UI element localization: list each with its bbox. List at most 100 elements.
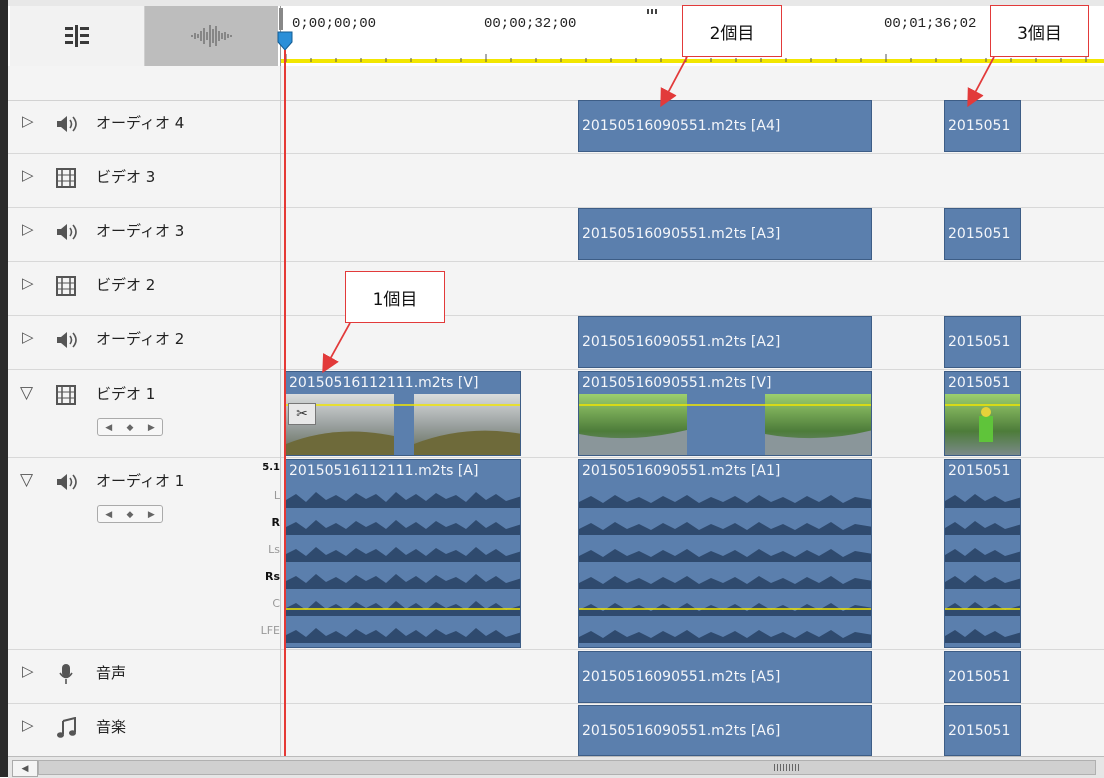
- expand-triangle-icon[interactable]: ▷: [22, 220, 34, 238]
- track-row-video1: [8, 370, 1104, 458]
- clip-audio1-1[interactable]: 20150516112111.m2ts [A]: [285, 459, 521, 648]
- annotation-callout-2: 2個目: [682, 5, 782, 57]
- add-keyframe-icon[interactable]: ◆: [127, 509, 134, 520]
- clip-label: 20150516090551.m2ts [A6]: [582, 723, 781, 739]
- clip-label: 2015051: [948, 226, 1011, 242]
- clip-label: 2015051: [948, 463, 1011, 479]
- keyframe-navigator[interactable]: ◀ ◆ ▶: [97, 505, 163, 523]
- scissors-icon[interactable]: ✂: [288, 403, 316, 425]
- clip-audio2-3[interactable]: 2015051: [944, 316, 1021, 368]
- speaker-icon: [57, 224, 77, 240]
- video-thumbnails: [286, 394, 520, 455]
- collapse-triangle-icon[interactable]: ▽: [20, 470, 33, 490]
- speaker-icon: [57, 332, 77, 348]
- prev-keyframe-icon[interactable]: ◀: [105, 509, 112, 520]
- scrollbar-thumb[interactable]: [38, 760, 1096, 775]
- channel-label: C: [272, 597, 280, 610]
- track-name: ビデオ 3: [96, 168, 156, 186]
- channel-format-label: 5.1: [262, 462, 280, 473]
- next-keyframe-icon[interactable]: ▶: [148, 422, 155, 433]
- track-row-video3: [8, 154, 1104, 208]
- track-name: オーディオ 3: [96, 222, 185, 240]
- film-icon: [56, 168, 76, 188]
- track-list-icon: [65, 25, 89, 47]
- clip-label: 20150516090551.m2ts [A5]: [582, 669, 781, 685]
- header-divider: [280, 66, 281, 756]
- clip-music-3[interactable]: 2015051: [944, 705, 1021, 756]
- clip-label: 20150516112111.m2ts [A]: [289, 463, 479, 479]
- speaker-icon: [57, 116, 77, 132]
- prev-keyframe-icon[interactable]: ◀: [105, 422, 112, 433]
- clip-audio4-2[interactable]: 20150516090551.m2ts [A4]: [578, 100, 872, 152]
- waveform-icon: [190, 25, 232, 47]
- window-left-edge: [0, 0, 8, 777]
- track-row-voice: [8, 650, 1104, 704]
- clip-video1-3[interactable]: 2015051: [944, 371, 1021, 456]
- track-row-music: [8, 704, 1104, 757]
- track-layout-button[interactable]: [10, 6, 145, 66]
- clip-voice-2[interactable]: 20150516090551.m2ts [A5]: [578, 651, 872, 703]
- channel-label: R: [271, 516, 280, 529]
- expand-triangle-icon[interactable]: ▷: [22, 112, 34, 130]
- annotation-callout-3: 3個目: [990, 5, 1089, 57]
- channel-label: LFE: [260, 624, 280, 637]
- track-name: ビデオ 1: [96, 385, 156, 403]
- track-name: 音声: [96, 664, 127, 682]
- video-thumbnail: [945, 394, 1020, 455]
- clip-video1-1[interactable]: 20150516112111.m2ts [V] ✂: [285, 371, 521, 456]
- collapse-triangle-icon[interactable]: ▽: [20, 383, 33, 403]
- clip-label: 2015051: [948, 723, 1011, 739]
- track-name: オーディオ 4: [96, 114, 185, 132]
- expand-triangle-icon[interactable]: ▷: [22, 716, 34, 734]
- clip-audio2-2[interactable]: 20150516090551.m2ts [A2]: [578, 316, 872, 368]
- channel-label: Ls: [268, 543, 280, 556]
- clip-label: 20150516090551.m2ts [V]: [582, 375, 772, 391]
- clip-label: 2015051: [948, 669, 1011, 685]
- clip-label: 20150516090551.m2ts [A3]: [582, 226, 781, 242]
- expand-triangle-icon[interactable]: ▷: [22, 662, 34, 680]
- clip-label: 2015051: [948, 334, 1011, 350]
- horizontal-scrollbar[interactable]: ◀: [8, 756, 1104, 778]
- next-keyframe-icon[interactable]: ▶: [148, 509, 155, 520]
- clip-audio1-2[interactable]: 20150516090551.m2ts [A1]: [578, 459, 872, 648]
- clip-video1-2[interactable]: 20150516090551.m2ts [V]: [578, 371, 872, 456]
- audio-waveform-button[interactable]: [145, 6, 278, 66]
- clip-audio1-3[interactable]: 2015051: [944, 459, 1021, 648]
- film-icon: [56, 385, 76, 405]
- clip-label: 2015051: [948, 118, 1011, 134]
- playhead-line[interactable]: [284, 50, 286, 756]
- keyframe-navigator[interactable]: ◀ ◆ ▶: [97, 418, 163, 436]
- timecode-label: 00;00;32;00: [484, 16, 577, 32]
- channel-label: Rs: [264, 570, 280, 583]
- clip-label: 20150516090551.m2ts [A4]: [582, 118, 781, 134]
- clip-label: 20150516090551.m2ts [A2]: [582, 334, 781, 350]
- microphone-icon: [59, 664, 73, 684]
- clip-audio3-2[interactable]: 20150516090551.m2ts [A3]: [578, 208, 872, 260]
- timecode-label: 00;01;36;02: [884, 16, 977, 32]
- thumb-grip-icon: [774, 764, 800, 771]
- expand-triangle-icon[interactable]: ▷: [22, 166, 34, 184]
- clip-music-2[interactable]: 20150516090551.m2ts [A6]: [578, 705, 872, 756]
- audio-waveform: [945, 494, 1020, 643]
- channel-label: L: [273, 489, 280, 502]
- expand-triangle-icon[interactable]: ▷: [22, 274, 34, 292]
- track-name: オーディオ 1: [96, 472, 185, 490]
- timecode-label: 0;00;00;00: [292, 16, 377, 32]
- film-icon: [56, 276, 76, 296]
- clip-voice-3[interactable]: 2015051: [944, 651, 1021, 703]
- clip-label: 2015051: [948, 375, 1011, 391]
- playhead-handle[interactable]: [276, 6, 296, 62]
- track-name: オーディオ 2: [96, 330, 185, 348]
- music-note-icon: [57, 717, 76, 738]
- video-thumbnails: [579, 394, 871, 455]
- annotation-callout-1: 1個目: [345, 271, 445, 323]
- clip-label: 20150516090551.m2ts [A1]: [582, 463, 781, 479]
- expand-triangle-icon[interactable]: ▷: [22, 328, 34, 346]
- add-keyframe-icon[interactable]: ◆: [127, 422, 134, 433]
- clip-audio3-3[interactable]: 2015051: [944, 208, 1021, 260]
- audio-waveform: [579, 495, 871, 643]
- track-name: ビデオ 2: [96, 276, 156, 294]
- clip-audio4-3[interactable]: 2015051: [944, 100, 1021, 152]
- track-header-spacer: [8, 66, 1104, 101]
- scroll-left-icon[interactable]: ◀: [12, 760, 38, 777]
